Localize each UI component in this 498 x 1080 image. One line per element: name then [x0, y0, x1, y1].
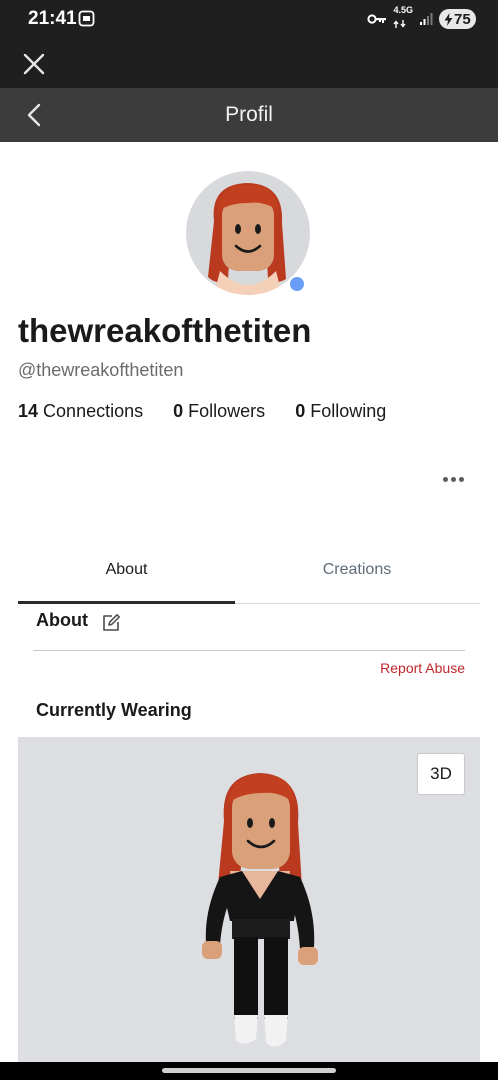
status-icons: 4.5G 75: [367, 4, 476, 33]
nav-bar: Profil: [0, 88, 498, 142]
about-divider: [33, 650, 465, 651]
about-heading: About: [36, 610, 88, 630]
more-dot: [451, 476, 456, 482]
screenshot-icon: [78, 10, 95, 27]
view-3d-button[interactable]: 3D: [417, 753, 465, 795]
network-type: 4.5G: [393, 4, 413, 15]
followers-stat[interactable]: 0 Followers: [173, 401, 265, 422]
display-name: thewreakofthetiten: [18, 312, 312, 349]
battery-indicator: 75: [439, 9, 476, 29]
followers-count: 0: [173, 401, 184, 421]
following-count: 0: [295, 401, 306, 421]
battery-charging-icon: [444, 12, 453, 26]
connections-count: 14: [18, 401, 39, 421]
network-indicator: 4.5G: [393, 4, 413, 33]
browser-bar: [0, 38, 498, 88]
network-arrows-icon: [393, 19, 407, 28]
signal-icon: [420, 13, 433, 25]
presence-indicator: [288, 275, 306, 293]
page-title: Profil: [225, 103, 273, 126]
status-time: 21:41: [28, 8, 77, 29]
following-stat[interactable]: 0 Following: [295, 401, 386, 422]
status-bar: 21:41 4.5G 75: [0, 0, 498, 38]
battery-level: 75: [454, 10, 471, 28]
close-icon[interactable]: [20, 50, 48, 78]
profile-tabs: About Creations: [18, 548, 480, 604]
report-abuse-link[interactable]: Report Abuse: [380, 660, 465, 676]
username: @thewreakofthetiten: [18, 360, 184, 380]
tab-creations[interactable]: Creations: [249, 548, 465, 604]
edit-icon[interactable]: [100, 612, 122, 634]
more-dot: [443, 476, 448, 482]
more-horizontal-icon[interactable]: [443, 470, 469, 488]
profile-avatar[interactable]: [186, 171, 310, 295]
followers-label: Followers: [188, 401, 266, 421]
following-label: Following: [310, 401, 387, 421]
connections-stat[interactable]: 14 Connections: [18, 401, 143, 422]
more-dot: [459, 476, 464, 482]
tab-about[interactable]: About: [18, 548, 235, 604]
home-indicator[interactable]: [162, 1068, 336, 1073]
avatar-viewer[interactable]: 3D: [18, 737, 480, 1067]
currently-wearing-heading: Currently Wearing: [36, 700, 192, 720]
avatar-figure-icon: [202, 773, 318, 1047]
connections-label: Connections: [43, 401, 144, 421]
vpn-key-icon: [367, 14, 387, 24]
profile-stats: 14 Connections 0 Followers 0 Following: [18, 401, 386, 422]
